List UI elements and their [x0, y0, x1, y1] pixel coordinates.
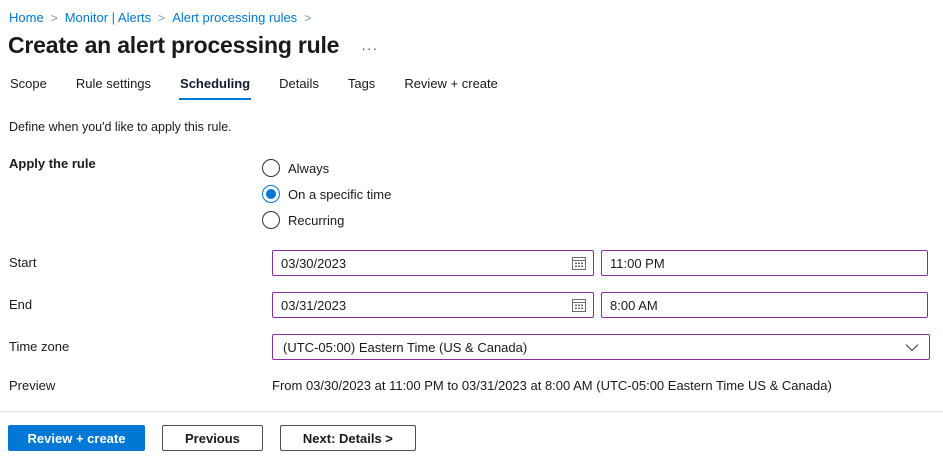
- apply-rule-radio-group: Always On a specific time Recurring: [262, 155, 391, 233]
- timezone-select[interactable]: (UTC-05:00) Eastern Time (US & Canada): [272, 334, 930, 360]
- radio-always[interactable]: Always: [262, 155, 391, 181]
- radio-on-a-specific-time-label: On a specific time: [288, 187, 391, 202]
- start-time-input[interactable]: [601, 250, 928, 276]
- radio-circle-icon: [262, 185, 280, 203]
- preview-row: Preview From 03/30/2023 at 11:00 PM to 0…: [9, 373, 943, 393]
- tab-tags[interactable]: Tags: [347, 74, 376, 100]
- timezone-label: Time zone: [9, 334, 272, 354]
- breadcrumb: Home > Monitor | Alerts > Alert processi…: [0, 0, 943, 25]
- tab-details[interactable]: Details: [278, 74, 320, 100]
- title-row: Create an alert processing rule ···: [8, 32, 943, 59]
- breadcrumb-separator: >: [158, 11, 165, 25]
- radio-circle-icon: [262, 159, 280, 177]
- calendar-icon[interactable]: [571, 255, 587, 271]
- apply-the-rule-label: Apply the rule: [9, 155, 272, 171]
- radio-circle-icon: [262, 211, 280, 229]
- previous-button[interactable]: Previous: [162, 425, 263, 451]
- tab-bar: Scope Rule settings Scheduling Details T…: [9, 74, 943, 100]
- radio-always-label: Always: [288, 161, 329, 176]
- apply-the-rule-row: Apply the rule Always On a specific time…: [9, 155, 943, 233]
- start-date-wrap: [272, 250, 594, 276]
- tab-scheduling[interactable]: Scheduling: [179, 74, 251, 100]
- tab-review-create[interactable]: Review + create: [403, 74, 499, 100]
- end-time-input[interactable]: [601, 292, 928, 318]
- footer-divider: [0, 411, 943, 412]
- tab-scope[interactable]: Scope: [9, 74, 48, 100]
- breadcrumb-home[interactable]: Home: [9, 10, 44, 25]
- breadcrumb-separator: >: [51, 11, 58, 25]
- end-date-wrap: [272, 292, 594, 318]
- end-date-input[interactable]: [272, 292, 594, 318]
- breadcrumb-alert-processing-rules[interactable]: Alert processing rules: [172, 10, 297, 25]
- page-title: Create an alert processing rule: [8, 32, 339, 59]
- radio-on-a-specific-time[interactable]: On a specific time: [262, 181, 391, 207]
- end-row: End: [9, 292, 943, 318]
- create-alert-processing-rule-page: Home > Monitor | Alerts > Alert processi…: [0, 0, 943, 456]
- footer-actions: Review + create Previous Next: Details >: [8, 425, 416, 451]
- timezone-row: Time zone (UTC-05:00) Eastern Time (US &…: [9, 334, 943, 360]
- breadcrumb-separator: >: [304, 11, 311, 25]
- calendar-icon[interactable]: [571, 297, 587, 313]
- scheduling-form: Apply the rule Always On a specific time…: [9, 155, 943, 393]
- start-row: Start: [9, 250, 943, 276]
- tab-rule-settings[interactable]: Rule settings: [75, 74, 152, 100]
- review-create-button[interactable]: Review + create: [8, 425, 145, 451]
- chevron-down-icon: [905, 343, 919, 352]
- radio-recurring-label: Recurring: [288, 213, 344, 228]
- breadcrumb-monitor-alerts[interactable]: Monitor | Alerts: [65, 10, 151, 25]
- preview-value: From 03/30/2023 at 11:00 PM to 03/31/202…: [272, 373, 832, 393]
- timezone-selected-value: (UTC-05:00) Eastern Time (US & Canada): [283, 340, 527, 355]
- next-details-button[interactable]: Next: Details >: [280, 425, 416, 451]
- more-options-icon[interactable]: ···: [361, 41, 378, 55]
- preview-label: Preview: [9, 373, 272, 393]
- start-label: Start: [9, 250, 272, 270]
- scheduling-description: Define when you'd like to apply this rul…: [9, 120, 943, 134]
- end-label: End: [9, 292, 272, 312]
- radio-recurring[interactable]: Recurring: [262, 207, 391, 233]
- start-date-input[interactable]: [272, 250, 594, 276]
